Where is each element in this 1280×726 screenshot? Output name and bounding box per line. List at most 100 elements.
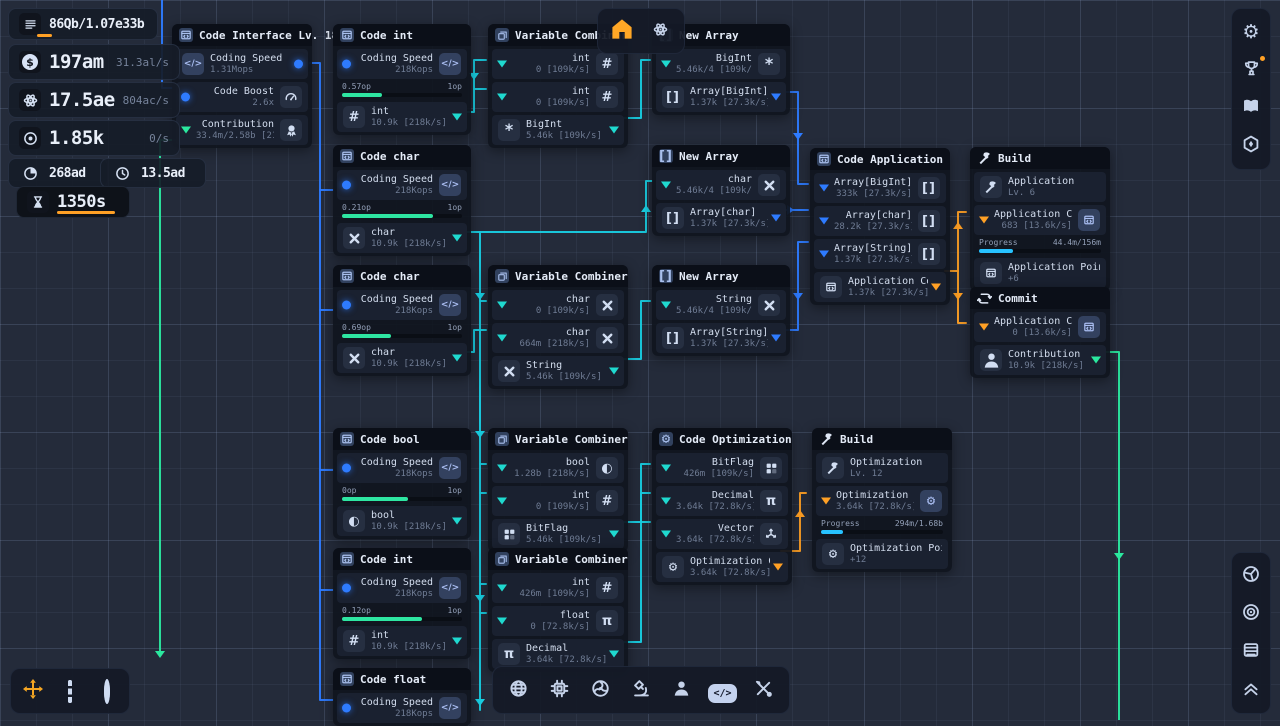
tools-tab[interactable] [748,675,778,705]
settings-button[interactable]: ⚙ [1236,17,1266,47]
input-port [661,182,671,189]
person-icon [980,349,1002,371]
money-value: 197am [49,51,104,73]
input-port [661,61,671,68]
node-row: Optimization Lv. 12 [816,453,948,483]
node-title: Variable Combiner [515,553,628,566]
recenter-button[interactable] [92,676,122,706]
journal-button[interactable] [1236,93,1266,123]
science-rate: 804ac/s [123,94,169,107]
timer: 1350s [16,186,130,218]
code-interface[interactable]: Code Interface Lv. 18 </> Coding Speed 1… [172,24,312,148]
node-header: Variable Combiner [488,548,628,570]
staff-tab[interactable] [667,675,697,705]
input-port [821,498,831,505]
code-tab[interactable]: </> [708,675,738,705]
commit[interactable]: Commit Application Code 0 [13.6k/s] Cont… [970,287,1110,378]
code-button-icon[interactable]: </> [439,174,461,196]
node-row: char 10.9k [218k/s] [337,343,467,373]
output-port [609,651,619,658]
pan-button[interactable] [18,676,48,706]
cog-icon: ⚙ [822,543,844,565]
node-row: Decimal 3.64k [72.8k/s]π [656,486,788,516]
log-button[interactable] [1236,637,1266,667]
code-button-icon[interactable]: </> [439,53,461,75]
node-row: Coding Speed 218Kops</> [337,49,467,79]
hash-icon: # [596,490,618,512]
node-row: String 5.46k/4 [109k/s] [656,290,786,320]
hammer-icon [980,176,1002,198]
node-row: Application Points +6 [974,258,1106,288]
network-tab[interactable] [504,675,534,705]
home-button[interactable] [607,16,637,46]
shutter-button[interactable] [1236,561,1266,591]
focus-button[interactable] [1236,599,1266,629]
node-row: String 5.46k [109k/s] [492,356,624,386]
node-row: char 10.9k [218k/s] [337,223,467,253]
code-optimization[interactable]: ⚙ Code Optimization BitFlag 426m [109k/s… [652,428,792,585]
brackets-icon: [] [662,327,684,349]
code-button-icon[interactable]: </> [439,457,461,479]
input-port [661,498,671,505]
circle-tool-icon [104,682,110,701]
output-port [609,127,619,134]
node-header: Code float [333,668,471,690]
code-button-icon[interactable]: </> [439,294,461,316]
notification-dot [1260,56,1265,61]
brackets-icon: [] [918,210,940,232]
input-port [497,335,507,342]
new-array-string[interactable]: [] New Array String 5.46k/4 [109k/s] [] … [652,265,790,356]
achievements-button[interactable] [1236,55,1266,85]
commit2-icon [977,291,992,306]
node-row: Vector 3.64k [72.8k/s] [656,519,788,549]
lines-value: 86Qb/1.07e33b [49,17,144,32]
build-application[interactable]: Build Application Lv. 6 Application Code… [970,147,1110,291]
cooling-tab[interactable] [585,675,615,705]
bitflag-icon [498,523,520,545]
variable-combiner-decimal[interactable]: Variable Combiner int 426m [109k/s]# flo… [488,548,628,672]
code-button-icon[interactable]: </> [439,577,461,599]
cog-icon[interactable]: ⚙ [920,490,942,512]
code-button-icon[interactable]: </> [439,697,461,719]
gems-button[interactable] [1236,131,1266,161]
new-array-char[interactable]: [] New Array char 5.46k/4 [109k/s] [] Ar… [652,145,790,236]
cog-icon: ⚙ [659,432,673,446]
code-bool[interactable]: Code bool Coding Speed 218Kops</> 0op1op… [333,428,471,539]
collapse-button[interactable] [1236,675,1266,705]
x-icon [343,347,365,369]
variable-combiner-string[interactable]: Variable Combiner char 0 [109k/s] char 6… [488,265,628,389]
node-title: Variable Combiner [515,270,628,283]
code-int-2[interactable]: Code int Coding Speed 218Kops</> 0.12op1… [333,548,471,659]
node-row: ⚙ Optimization Code 3.64k [72.8k/s] [656,552,788,582]
output-port [771,94,781,101]
research-button[interactable] [645,16,675,46]
node-row: Array[char] 28.2k [27.3k/s][] [814,206,946,236]
code-int-1[interactable]: Code int Coding Speed 218Kops</> 0.57op1… [333,24,471,135]
code-application[interactable]: Code Application Array[BigInt] 333k [27.… [810,148,950,305]
hardware-tab[interactable] [545,675,575,705]
window-icon[interactable] [1078,316,1100,338]
research-tab[interactable] [626,675,656,705]
window-icon[interactable] [1078,209,1100,231]
code-char-1[interactable]: Code char Coding Speed 218Kops</> 0.21op… [333,145,471,256]
window-icon [340,269,354,283]
pi-icon: π [760,490,782,512]
code-float[interactable]: Code float Coding Speed 218Kops</> [333,668,471,726]
science-value: 17.5ae [49,89,115,111]
progress-bar: 0.12op1op [342,606,462,623]
input-port [819,218,829,225]
input-port [342,464,351,473]
brackets-icon: [] [659,269,673,283]
window-icon [340,432,354,446]
input-port [819,251,829,258]
code-button-icon[interactable]: </> [182,53,204,75]
window-icon [340,552,354,566]
build-optimization[interactable]: Build Optimization Lv. 12 Optimization C… [812,428,952,572]
book-icon [1242,97,1260,119]
select-button[interactable] [55,676,85,706]
combine-icon [495,552,509,566]
node-canvas[interactable]: Code Interface Lv. 18 </> Coding Speed 1… [0,0,1280,720]
code-char-2[interactable]: Code char Coding Speed 218Kops</> 0.69op… [333,265,471,376]
variable-combiner-bitflag[interactable]: Variable Combiner bool 1.28b [218k/s]◐ i… [488,428,628,552]
output-port [771,215,781,222]
